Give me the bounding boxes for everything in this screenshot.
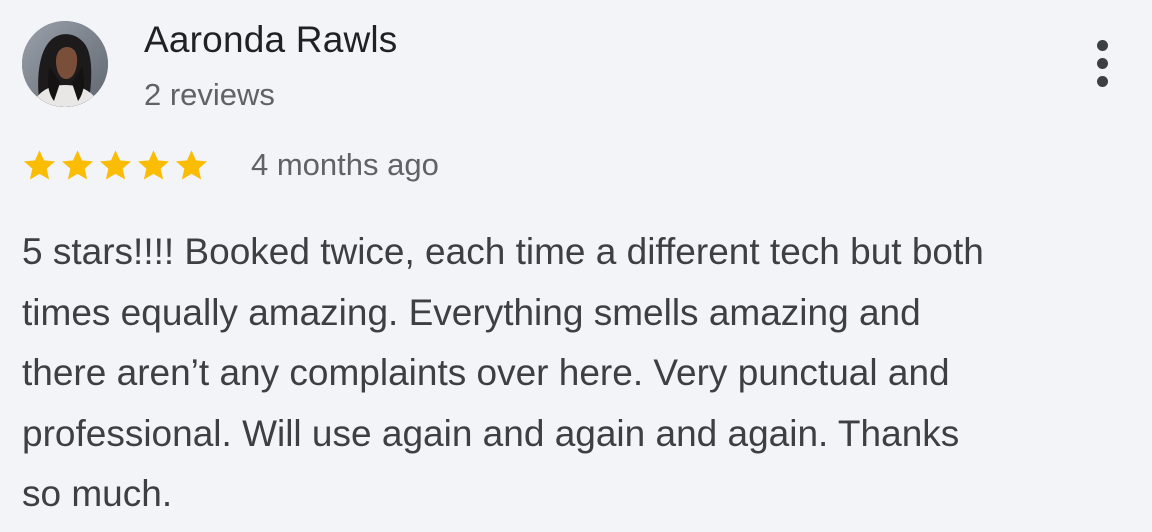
star-icon [138, 150, 169, 180]
star-icon [24, 150, 55, 180]
review-text: 5 stars!!!! Booked twice, each time a di… [22, 222, 1142, 525]
star-rating [22, 148, 209, 184]
review-text-line: times equally amazing. Everything smells… [22, 291, 921, 333]
review-text-line: so much. [22, 473, 173, 514]
review-card: Aaronda Rawls 2 reviews 4 months ago 5 s… [0, 0, 1152, 532]
review-date: 4 months ago [251, 147, 439, 182]
review-text-line: professional. Will use again and again a… [22, 412, 960, 454]
more-options-button[interactable] [1078, 34, 1128, 94]
review-text-line: 5 stars!!!! Booked twice, each time a di… [22, 231, 984, 272]
author-avatar[interactable] [22, 21, 108, 107]
star-icon [62, 150, 93, 180]
star-icon [176, 150, 207, 180]
author-review-count[interactable]: 2 reviews [144, 76, 275, 114]
review-text-line: there aren’t any complaints over here. V… [22, 352, 950, 393]
star-icon [100, 150, 131, 180]
avatar-photo [22, 21, 108, 107]
author-name[interactable]: Aaronda Rawls [144, 18, 398, 62]
